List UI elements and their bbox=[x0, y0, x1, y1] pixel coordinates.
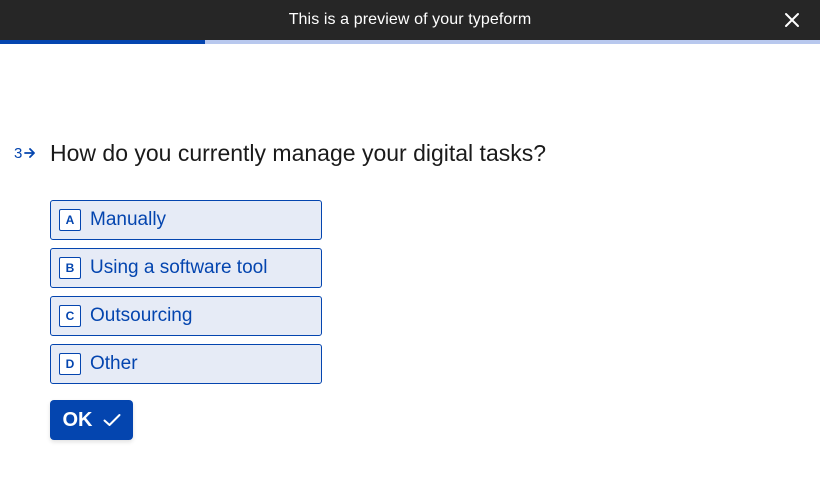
question-number-value: 3 bbox=[14, 144, 23, 162]
choice-label-a: Manually bbox=[90, 209, 167, 230]
choice-label-b: Using a software tool bbox=[90, 257, 268, 278]
checkmark-icon bbox=[103, 414, 120, 426]
progress-bar bbox=[0, 40, 820, 44]
question-number: 3 bbox=[14, 145, 50, 162]
ok-button-label: OK bbox=[62, 408, 93, 431]
choice-list: A Manually B Using a software tool C Out… bbox=[50, 200, 322, 392]
preview-banner-title: This is a preview of your typeform bbox=[288, 11, 532, 28]
choice-label-d: Other bbox=[90, 353, 138, 374]
choice-key-b: B bbox=[59, 257, 81, 279]
question-text: How do you currently manage your digital… bbox=[50, 140, 547, 166]
ok-button[interactable]: OK bbox=[50, 400, 133, 440]
choice-key-c: C bbox=[59, 305, 81, 327]
arrow-right-icon bbox=[24, 148, 36, 158]
progress-bar-fill bbox=[0, 40, 205, 44]
choice-key-d: D bbox=[59, 353, 81, 375]
close-button[interactable] bbox=[782, 10, 802, 30]
choice-option-d[interactable]: D Other bbox=[50, 344, 322, 384]
choice-option-b[interactable]: B Using a software tool bbox=[50, 248, 322, 288]
preview-banner: This is a preview of your typeform bbox=[0, 0, 820, 40]
question: 3 How do you currently manage your digit… bbox=[14, 138, 546, 168]
choice-label-c: Outsourcing bbox=[90, 305, 193, 326]
choice-option-a[interactable]: A Manually bbox=[50, 200, 322, 240]
close-icon bbox=[785, 13, 799, 27]
choice-option-c[interactable]: C Outsourcing bbox=[50, 296, 322, 336]
choice-key-a: A bbox=[59, 209, 81, 231]
